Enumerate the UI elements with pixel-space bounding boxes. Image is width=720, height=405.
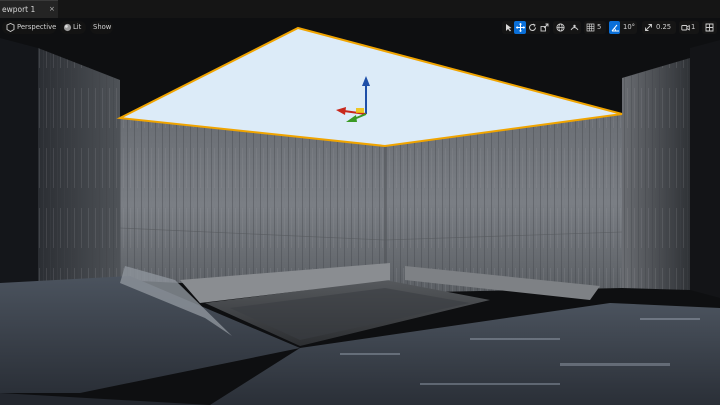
camera-speed-icon[interactable] xyxy=(679,21,690,34)
scale-icon[interactable] xyxy=(538,21,550,34)
scene-render xyxy=(0,18,720,405)
viewport-tab-bar: ewport 1 × xyxy=(0,0,720,19)
coordinate-tools xyxy=(553,21,581,34)
lighting-mode-label: Lit xyxy=(73,23,82,31)
rotation-snap-icon[interactable] xyxy=(609,21,620,34)
view-mode-label: Perspective xyxy=(17,23,57,31)
tab-title: ewport 1 xyxy=(2,5,36,14)
grid-snap-group: 5 xyxy=(584,21,606,34)
scale-snap-value[interactable]: 0.25 xyxy=(656,21,671,34)
maximize-icon[interactable] xyxy=(702,21,717,34)
grid-snap-icon[interactable] xyxy=(584,21,595,34)
select-arrow-icon[interactable] xyxy=(502,21,514,34)
rotation-snap-value[interactable]: 10° xyxy=(623,21,635,34)
surface-snap-icon[interactable] xyxy=(567,21,581,34)
close-icon[interactable]: × xyxy=(49,0,55,18)
scale-snap-icon[interactable] xyxy=(642,21,653,34)
translate-icon[interactable] xyxy=(514,21,526,34)
scale-snap-group: 0.25 xyxy=(642,21,676,34)
rotation-snap-group: 10° xyxy=(609,21,637,34)
show-flags-label: Show xyxy=(93,23,112,31)
rotate-icon[interactable] xyxy=(526,21,538,34)
camera-speed-value[interactable]: 1 xyxy=(691,21,695,34)
show-flags-button[interactable]: Show xyxy=(90,21,113,34)
transform-tools xyxy=(502,21,550,34)
level-viewport[interactable] xyxy=(0,18,720,405)
world-space-icon[interactable] xyxy=(553,21,567,34)
maximize-group xyxy=(702,21,717,34)
view-mode-button[interactable]: Perspective xyxy=(2,21,56,34)
grid-snap-value[interactable]: 5 xyxy=(597,21,601,34)
camera-speed-group: 1 xyxy=(679,21,699,34)
lighting-mode-button[interactable]: Lit xyxy=(60,21,86,34)
